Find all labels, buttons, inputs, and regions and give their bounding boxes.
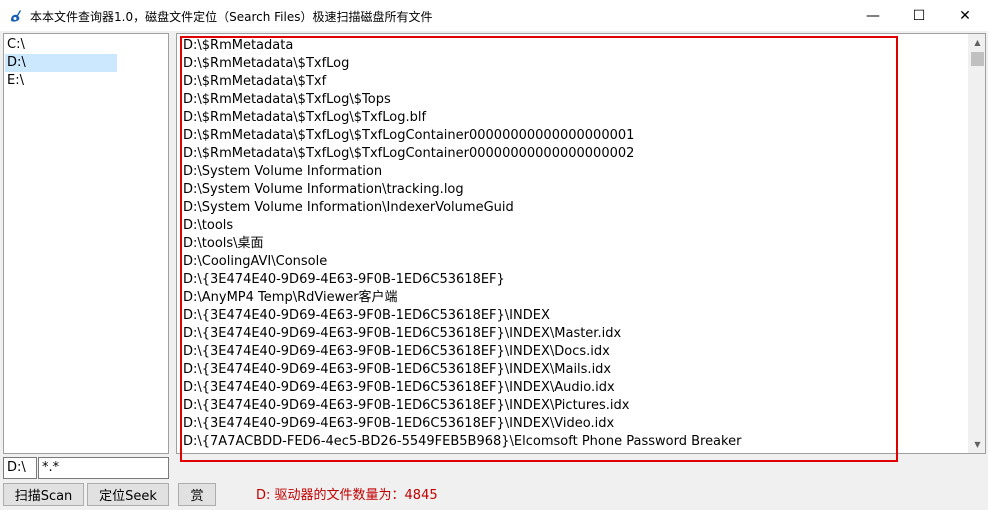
file-row[interactable]: D:\{3E474E40-9D69-4E63-9F0B-1ED6C53618EF… <box>181 361 966 379</box>
file-row[interactable]: D:\{3E474E40-9D69-4E63-9F0B-1ED6C53618EF… <box>181 415 966 433</box>
file-list[interactable]: D:\$RmMetadata D:\$RmMetadata\$TxfLog D:\$… <box>181 37 966 451</box>
file-row[interactable]: D:\tools\桌面 <box>181 235 966 253</box>
minimize-button[interactable]: — <box>850 0 896 31</box>
scroll-up-icon[interactable]: ▲ <box>969 34 986 51</box>
maximize-icon: ☐ <box>912 7 926 24</box>
file-row[interactable]: D:\System Volume Information\tracking.lo… <box>181 181 966 199</box>
file-row[interactable]: D:\CoolingAVI\Console <box>181 253 966 271</box>
scan-button[interactable]: 扫描Scan <box>3 483 84 506</box>
file-row[interactable]: D:\AnyMP4 Temp\RdViewer客户端 <box>181 289 966 307</box>
filter-input[interactable]: *.* <box>38 457 169 479</box>
scroll-down-icon[interactable]: ▼ <box>969 436 986 453</box>
close-button[interactable]: ✕ <box>942 0 988 31</box>
file-row[interactable]: D:\{3E474E40-9D69-4E63-9F0B-1ED6C53618EF… <box>181 397 966 415</box>
reward-button[interactable]: 赏 <box>178 483 216 506</box>
drive-input[interactable]: D:\ <box>3 457 37 479</box>
panel-splitter[interactable] <box>169 33 175 483</box>
drive-item-e[interactable]: E:\ <box>5 72 117 90</box>
app-window: 本本文件查询器1.0，磁盘文件定位（Search Files）极速扫描磁盘所有文… <box>0 0 988 510</box>
drive-item-d[interactable]: D:\ <box>5 54 117 72</box>
file-row[interactable]: D:\System Volume Information\IndexerVolu… <box>181 199 966 217</box>
close-icon: ✕ <box>959 7 971 24</box>
file-list-panel[interactable]: D:\$RmMetadata D:\$RmMetadata\$TxfLog D:\$… <box>176 33 986 462</box>
minimize-icon: — <box>866 7 880 24</box>
file-row[interactable]: D:\$RmMetadata\$TxfLog\$Tops <box>181 91 966 109</box>
file-row[interactable]: D:\{3E474E40-9D69-4E63-9F0B-1ED6C53618EF… <box>181 379 966 397</box>
drive-item-c[interactable]: C:\ <box>5 36 117 54</box>
file-row[interactable]: D:\{3E474E40-9D69-4E63-9F0B-1ED6C53618EF… <box>181 307 966 325</box>
file-row[interactable]: D:\{3E474E40-9D69-4E63-9F0B-1ED6C53618EF… <box>181 343 966 361</box>
window-title: 本本文件查询器1.0，磁盘文件定位（Search Files）极速扫描磁盘所有文… <box>30 10 433 24</box>
status-file-count: D: 驱动器的文件数量为：4845 <box>256 488 438 503</box>
title-bar[interactable]: 本本文件查询器1.0，磁盘文件定位（Search Files）极速扫描磁盘所有文… <box>0 0 988 31</box>
file-row[interactable]: D:\{3E474E40-9D69-4E63-9F0B-1ED6C53618EF… <box>181 271 966 289</box>
file-row[interactable]: D:\$RmMetadata\$TxfLog\$TxfLog.blf <box>181 109 966 127</box>
file-row[interactable]: D:\tools <box>181 217 966 235</box>
file-row[interactable]: D:\$RmMetadata\$TxfLog\$TxfLogContainer0… <box>181 145 966 163</box>
locate-button[interactable]: 定位Seek <box>87 483 169 506</box>
maximize-button[interactable]: ☐ <box>896 0 942 31</box>
file-row[interactable]: D:\$RmMetadata\$TxfLog <box>181 55 966 73</box>
file-row[interactable]: D:\$RmMetadata\$Txf <box>181 73 966 91</box>
file-row[interactable]: D:\{7A7ACBDD-FED6-4ec5-BD26-5549FEB5B968… <box>181 433 966 451</box>
drive-list[interactable]: C:\ D:\ E:\ <box>3 33 169 454</box>
file-row[interactable]: D:\System Volume Information <box>181 163 966 181</box>
file-row[interactable]: D:\{3E474E40-9D69-4E63-9F0B-1ED6C53618EF… <box>181 325 966 343</box>
app-logo-icon <box>11 10 21 22</box>
scroll-thumb[interactable] <box>971 52 984 66</box>
file-row[interactable]: D:\$RmMetadata\$TxfLog\$TxfLogContainer0… <box>181 127 966 145</box>
file-row[interactable]: D:\$RmMetadata <box>181 37 966 55</box>
vertical-scrollbar[interactable]: ▲ ▼ <box>968 34 985 453</box>
